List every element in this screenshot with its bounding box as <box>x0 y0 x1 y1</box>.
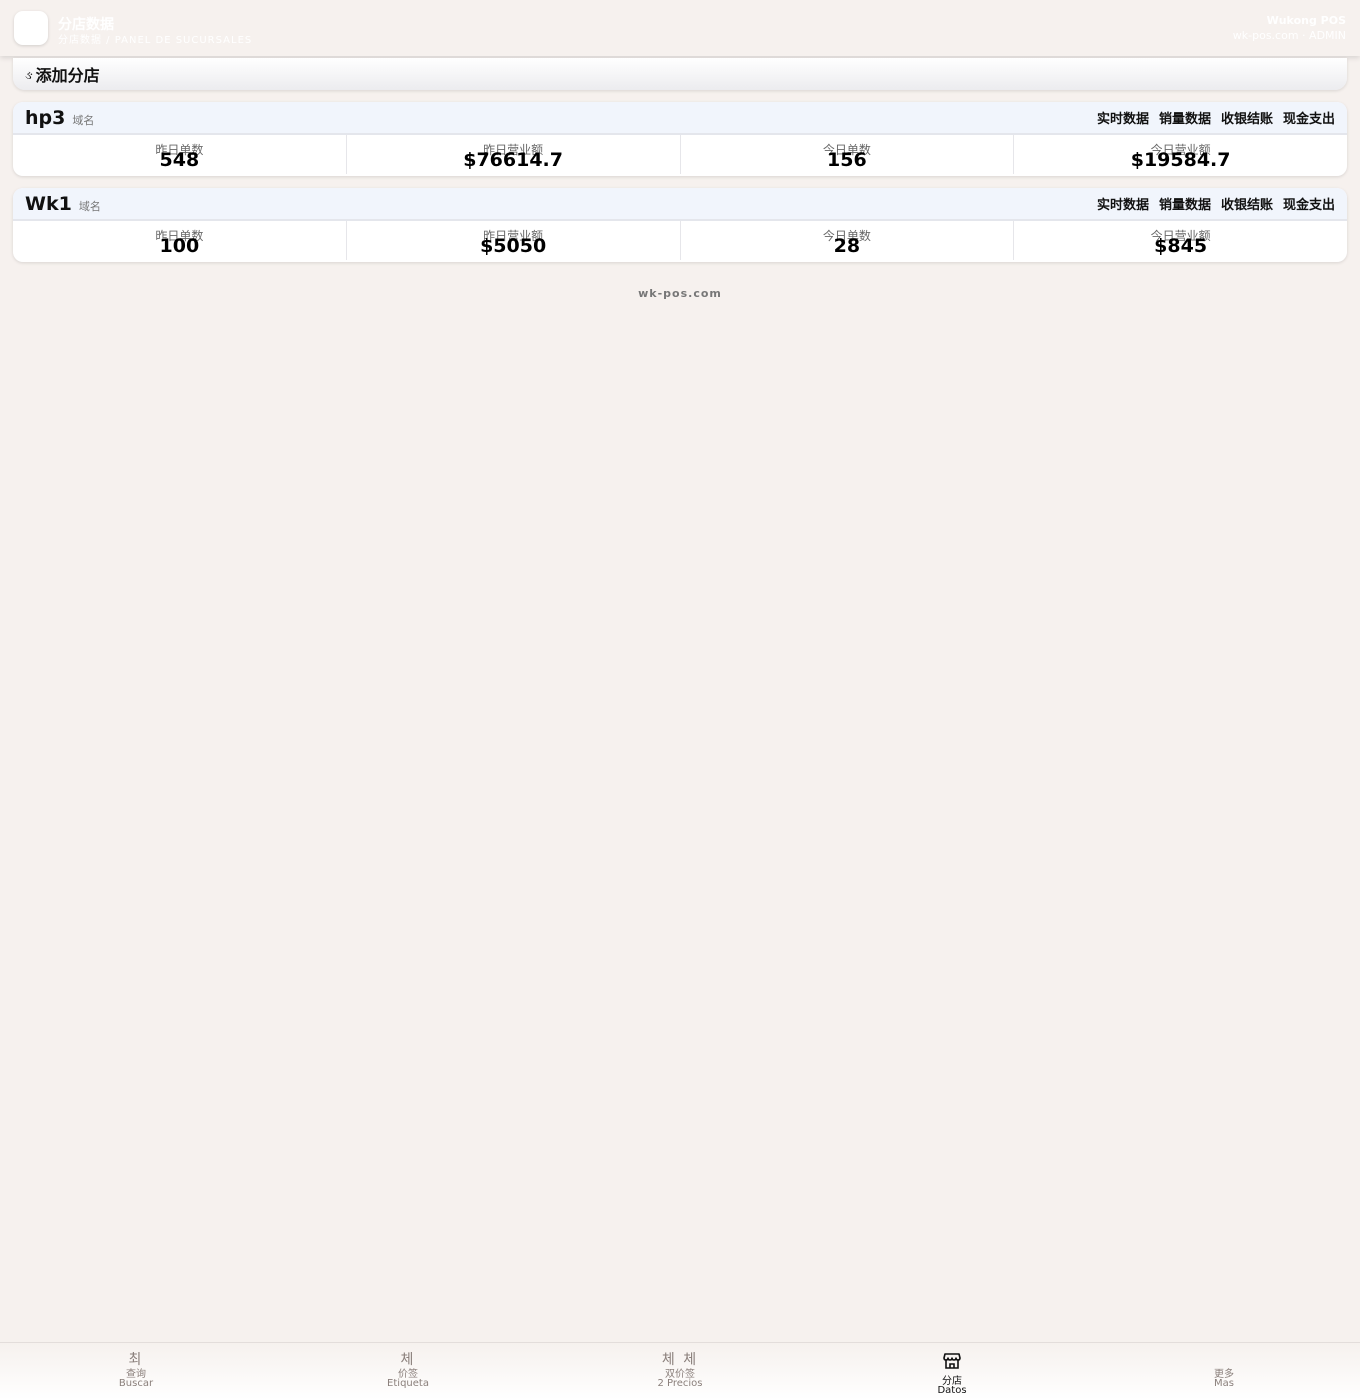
stat-today-orders: 今日单数 28 <box>681 221 1015 260</box>
store-domain-label: 域名 <box>78 200 101 213</box>
realtime-data-link[interactable]: 实时数据 <box>1097 194 1149 213</box>
cash-out-link[interactable]: 现金支出 <box>1283 108 1335 127</box>
stat-value: 156 <box>827 149 867 171</box>
store-card-wk1: Wk1 域名 实时数据 销量数据 收银结账 现金支出 昨日单数 100 昨日营业… <box>13 188 1347 262</box>
stat-value: 28 <box>833 235 861 257</box>
add-branch-button[interactable]: ઙ 添加分店 <box>13 58 1347 90</box>
store-icon <box>943 1353 961 1369</box>
store-name: hp3 <box>25 106 66 129</box>
nav-label-es: Mas <box>1214 1378 1234 1389</box>
nav-label-es: Etiqueta <box>387 1378 429 1389</box>
store-stats: 昨日单数 100 昨日营业额 $5050 今日单数 28 今日营业额 $845 <box>13 221 1347 260</box>
stat-yesterday-orders: 昨日单数 548 <box>13 135 347 174</box>
stat-value: $76614.7 <box>463 149 563 171</box>
stat-today-revenue: 今日营业额 $19584.7 <box>1014 135 1347 174</box>
app-header: 分店数据 分店数据 / PANEL DE SUCURSALES Wukong P… <box>0 0 1360 56</box>
store-domain-label: 域名 <box>72 114 95 127</box>
stat-value: 100 <box>159 235 200 257</box>
brand-name: Wukong POS <box>1266 14 1346 27</box>
page-subtitle: 分店数据 / PANEL DE SUCURSALES <box>58 35 253 46</box>
nav-2-precios[interactable]: 체 체 双价签 2 Precios <box>544 1343 816 1400</box>
realtime-data-link[interactable]: 实时数据 <box>1097 108 1149 127</box>
nav-buscar[interactable]: 최 查询 Buscar <box>0 1343 272 1400</box>
sales-data-link[interactable]: 销量数据 <box>1159 194 1211 213</box>
bottom-nav: 최 查询 Buscar 체 价签 Etiqueta 체 체 双价签 2 Prec… <box>0 1342 1360 1400</box>
stat-today-revenue: 今日营业额 $845 <box>1014 221 1347 260</box>
nav-datos[interactable]: 分店 Datos <box>816 1343 1088 1400</box>
store-actions: 实时数据 销量数据 收银结账 现金支出 <box>1097 194 1335 213</box>
footer-domain: wk-pos.com <box>638 287 722 300</box>
nav-label-es: 2 Precios <box>657 1378 703 1389</box>
store-card-header: hp3 域名 实时数据 销量数据 收银结账 现金支出 <box>13 102 1347 135</box>
add-branch-label: 添加分店 <box>35 66 100 85</box>
stat-yesterday-revenue: 昨日营业额 $76614.7 <box>347 135 681 174</box>
nav-label-es: Datos <box>937 1385 967 1396</box>
add-branch-icon: ઙ <box>25 68 33 82</box>
app-logo <box>14 11 48 45</box>
stat-value: $5050 <box>480 235 547 257</box>
nav-etiqueta[interactable]: 체 价签 Etiqueta <box>272 1343 544 1400</box>
stat-yesterday-revenue: 昨日营业额 $5050 <box>347 221 681 260</box>
checkout-link[interactable]: 收银结账 <box>1221 108 1273 127</box>
store-card-hp3: hp3 域名 实时数据 销量数据 收银结账 现金支出 昨日单数 548 昨日营业… <box>13 102 1347 176</box>
stat-value: $845 <box>1154 235 1208 257</box>
cash-out-link[interactable]: 现金支出 <box>1283 194 1335 213</box>
store-actions: 实时数据 销量数据 收银结账 现金支出 <box>1097 108 1335 127</box>
stat-yesterday-orders: 昨日单数 100 <box>13 221 347 260</box>
brand-domain: wk-pos.com · ADMIN <box>1232 29 1346 42</box>
nav-mas[interactable]: 更多 Mas <box>1088 1343 1360 1400</box>
stat-value: $19584.7 <box>1130 149 1231 171</box>
sales-data-link[interactable]: 销量数据 <box>1159 108 1211 127</box>
checkout-link[interactable]: 收银结账 <box>1221 194 1273 213</box>
store-stats: 昨日单数 548 昨日营业额 $76614.7 今日单数 156 今日营业额 $… <box>13 135 1347 174</box>
stat-value: 548 <box>159 149 200 171</box>
store-card-header: Wk1 域名 实时数据 销量数据 收银结账 现金支出 <box>13 188 1347 221</box>
store-name: Wk1 <box>25 192 72 215</box>
stat-today-orders: 今日单数 156 <box>681 135 1015 174</box>
nav-label-es: Buscar <box>118 1378 154 1389</box>
